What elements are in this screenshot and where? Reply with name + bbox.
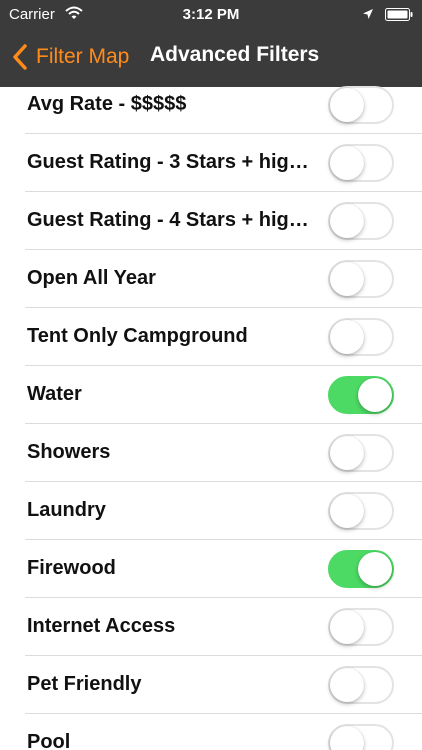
- filter-row: Showers: [25, 424, 422, 482]
- filter-row: Pet Friendly: [25, 656, 422, 714]
- filter-toggle[interactable]: [328, 434, 394, 472]
- filter-label: Guest Rating - 3 Stars + hig…: [27, 151, 309, 173]
- filter-label: Tent Only Campground: [27, 325, 248, 347]
- filter-toggle[interactable]: [328, 666, 394, 704]
- back-button-label: Filter Map: [36, 45, 130, 68]
- toggle-knob: [330, 262, 364, 296]
- filter-toggle[interactable]: [328, 724, 394, 750]
- toggle-knob: [330, 494, 364, 528]
- filter-list: Avg Rate - $$$$$ Guest Rating - 3 Stars +…: [0, 76, 422, 750]
- filter-toggle[interactable]: [328, 318, 394, 356]
- filter-label: Pool: [27, 731, 71, 750]
- filter-row: Open All Year: [25, 250, 422, 308]
- status-time: 3:12 PM: [182, 6, 240, 23]
- filter-toggle[interactable]: [328, 492, 394, 530]
- battery-icon: [385, 8, 413, 21]
- toggle-knob: [330, 436, 364, 470]
- location-arrow-icon: [363, 9, 373, 19]
- filter-row: Water: [25, 366, 422, 424]
- status-bar: Carrier 3:12 PM: [0, 0, 422, 30]
- filter-row: Pool: [25, 714, 422, 750]
- toggle-knob: [330, 146, 364, 180]
- toggle-knob: [358, 552, 392, 586]
- filter-label: Laundry: [27, 499, 106, 521]
- toggle-knob: [330, 88, 364, 122]
- filter-label: Water: [27, 383, 82, 405]
- toggle-knob: [358, 378, 392, 412]
- page-title: Advanced Filters: [150, 43, 320, 66]
- filter-label: Avg Rate - $$$$$: [27, 93, 187, 115]
- filter-row: Guest Rating - 4 Stars + hig…: [25, 192, 422, 250]
- back-button[interactable]: Filter Map: [12, 40, 129, 74]
- filter-row: Internet Access: [25, 598, 422, 656]
- filter-toggle[interactable]: [328, 608, 394, 646]
- filter-toggle[interactable]: [328, 144, 394, 182]
- filter-toggle[interactable]: [328, 260, 394, 298]
- filter-label: Open All Year: [27, 267, 156, 289]
- filter-row: Avg Rate - $$$$$: [25, 76, 422, 134]
- filter-row: Laundry: [25, 482, 422, 540]
- filter-toggle[interactable]: [328, 376, 394, 414]
- filter-row: Tent Only Campground: [25, 308, 422, 366]
- filter-label: Guest Rating - 4 Stars + hig…: [27, 209, 309, 231]
- filter-label: Pet Friendly: [27, 673, 142, 695]
- filter-toggle[interactable]: [328, 202, 394, 240]
- filter-label: Internet Access: [27, 615, 176, 637]
- toggle-knob: [330, 204, 364, 238]
- screen: Carrier 3:12 PM Filter Map Advanced Filt…: [0, 0, 422, 750]
- filter-row: Firewood: [25, 540, 422, 598]
- top-bar: Carrier 3:12 PM Filter Map Advanced Filt…: [0, 0, 422, 87]
- chevron-left-icon: [13, 44, 27, 70]
- filter-toggle[interactable]: [328, 86, 394, 124]
- filter-label: Showers: [27, 441, 111, 463]
- filter-row: Guest Rating - 3 Stars + hig…: [25, 134, 422, 192]
- toggle-knob: [330, 668, 364, 702]
- toggle-knob: [330, 726, 364, 750]
- filter-label: Firewood: [27, 557, 116, 579]
- filter-toggle[interactable]: [328, 550, 394, 588]
- toggle-knob: [330, 320, 364, 354]
- toggle-knob: [330, 610, 364, 644]
